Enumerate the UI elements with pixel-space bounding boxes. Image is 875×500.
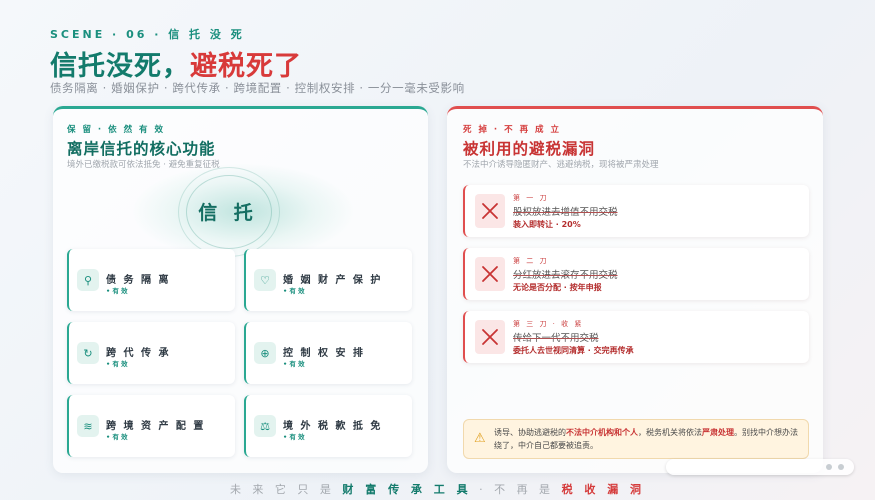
cross-icon <box>475 320 505 354</box>
feature-status: • 有 效 <box>283 360 305 368</box>
feature-name: 债 务 隔 离 <box>106 275 171 286</box>
presentation-toolbar[interactable] <box>666 459 854 475</box>
left-kicker: 保 留 · 依 然 有 效 <box>67 125 165 135</box>
feature-card-control: ⊕ 控 制 权 安 排 • 有 效 <box>244 322 412 384</box>
footer-tagline: 未 来 它 只 是 财 富 传 承 工 具 · 不 再 是 税 收 漏 洞 <box>229 483 646 496</box>
feature-name: 婚 姻 财 产 保 护 <box>283 275 383 286</box>
feature-card-cross-border-assets: ≋ 跨 境 资 产 配 置 • 有 效 <box>67 395 235 457</box>
blade-kicker: 第 三 刀 · 收 紧 <box>513 320 584 328</box>
wave-icon: ≋ <box>77 415 99 437</box>
crosshair-icon: ⊕ <box>254 342 276 364</box>
blade-text: 分红放进去滚存不用交税 <box>513 270 618 281</box>
blade-text: 股权放进去增值不用交税 <box>513 207 618 218</box>
right-subtitle: 不法中介诱导隐匿财产、逃避纳税，现将被严肃处理 <box>463 160 659 170</box>
cross-icon <box>475 257 505 291</box>
feature-card-marital-property: ♡ 婚 姻 财 产 保 护 • 有 效 <box>244 249 412 311</box>
tax-loopholes-card: 死 掉 · 不 再 成 立 被利用的避税漏洞 不法中介诱导隐匿财产、逃避纳税，现… <box>447 106 823 473</box>
right-kicker: 死 掉 · 不 再 成 立 <box>463 125 561 135</box>
blade-kicker: 第 一 刀 <box>513 194 549 202</box>
feature-card-debt-isolation: ⚲ 债 务 隔 离 • 有 效 <box>67 249 235 311</box>
warning-banner: ⚠ 诱导、协助逃避税的不法中介机构和个人，税务机关将依法严肃处理。别找中介想办法… <box>463 419 809 459</box>
feature-name: 境 外 税 款 抵 免 <box>283 421 383 432</box>
blade-note: 装入即转让 · 20% <box>513 220 581 229</box>
feature-card-tax-credit: ⚖ 境 外 税 款 抵 免 • 有 效 <box>244 395 412 457</box>
blade-card-3: 第 三 刀 · 收 紧 传给下一代不用交税 委托人去世视同清算 · 交完再传承 <box>463 311 809 363</box>
warning-text: 诱导、协助逃避税的不法中介机构和个人，税务机关将依法严肃处理。别找中介想办法绕了… <box>494 428 798 450</box>
blade-kicker: 第 二 刀 <box>513 257 549 265</box>
feature-status: • 有 效 <box>283 287 305 295</box>
core-functions-card: 保 留 · 依 然 有 效 离岸信托的核心功能 境外已缴税款可依法抵免 · 避免… <box>53 106 428 473</box>
trust-core-label: 信 托 <box>198 201 258 224</box>
title-part-2: 避税死了 <box>190 51 302 82</box>
feature-name: 跨 境 资 产 配 置 <box>106 421 206 432</box>
feature-status: • 有 效 <box>106 433 128 441</box>
pin-icon: ⚲ <box>77 269 99 291</box>
feature-card-intergenerational: ↻ 跨 代 传 承 • 有 效 <box>67 322 235 384</box>
page-title: 信托没死，避税死了 <box>50 44 302 83</box>
feature-status: • 有 效 <box>106 287 128 295</box>
right-title: 被利用的避税漏洞 <box>463 140 596 158</box>
scale-icon: ⚖ <box>254 415 276 437</box>
cross-icon <box>475 194 505 228</box>
warning-icon: ⚠ <box>474 431 486 446</box>
left-title: 离岸信托的核心功能 <box>67 140 216 158</box>
blade-note: 无论是否分配 · 按年申报 <box>513 283 602 292</box>
feature-name: 跨 代 传 承 <box>106 348 171 359</box>
blade-note: 委托人去世视同清算 · 交完再传承 <box>513 346 634 355</box>
scene-label: SCENE · 06 · 信 托 没 死 <box>50 28 245 41</box>
blade-card-1: 第 一 刀 股权放进去增值不用交税 装入即转让 · 20% <box>463 185 809 237</box>
feature-name: 控 制 权 安 排 <box>283 348 365 359</box>
function-tags: 债务隔离 · 婚姻保护 · 跨代传承 · 跨境配置 · 控制权安排 · 一分一毫… <box>50 81 465 95</box>
heart-icon: ♡ <box>254 269 276 291</box>
title-part-1: 信托没死， <box>50 51 190 82</box>
blade-text: 传给下一代不用交税 <box>513 333 599 344</box>
feature-status: • 有 效 <box>106 360 128 368</box>
blade-card-2: 第 二 刀 分红放进去滚存不用交税 无论是否分配 · 按年申报 <box>463 248 809 300</box>
refresh-icon: ↻ <box>77 342 99 364</box>
feature-status: • 有 效 <box>283 433 305 441</box>
